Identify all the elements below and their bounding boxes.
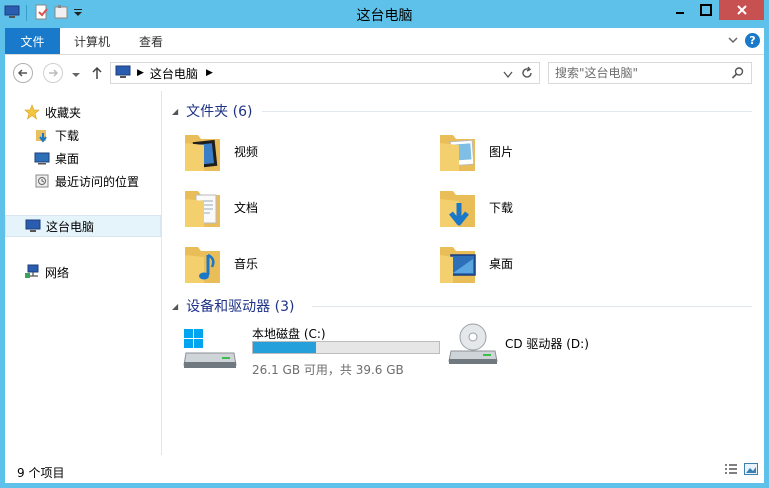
folder-label: 图片 — [489, 144, 514, 159]
minimize-icon — [676, 12, 684, 14]
maximize-icon — [700, 4, 712, 16]
drive-d[interactable]: CD 驱动器 (D:) — [447, 323, 647, 383]
main-area: 收藏夹 下载 桌面 最近访问的位置 这台电脑 网络 ◢ 文件夹 (6) 视频 图… — [5, 91, 764, 455]
back-button[interactable] — [13, 63, 33, 83]
close-button[interactable] — [719, 0, 764, 20]
window-title: 这台电脑 — [356, 8, 413, 24]
group-header-folders[interactable]: ◢ 文件夹 (6) — [172, 101, 252, 121]
nav-item-desktop[interactable]: 桌面 — [33, 147, 161, 169]
nav-item-label: 这台电脑 — [46, 219, 95, 234]
recent-places-icon — [33, 172, 51, 190]
video-folder-icon — [185, 135, 220, 171]
ribbon-controls: ? — [727, 33, 760, 48]
nav-item-label: 桌面 — [55, 151, 80, 166]
nav-item-this-pc[interactable]: 这台电脑 — [5, 215, 161, 237]
downloads-folder-icon — [440, 191, 475, 227]
folder-label: 桌面 — [489, 256, 514, 271]
address-field[interactable]: ▶ 这台电脑 ▶ — [110, 62, 540, 84]
navigation-pane: 收藏夹 下载 桌面 最近访问的位置 这台电脑 网络 — [5, 91, 162, 455]
window-controls — [667, 0, 764, 20]
nav-item-label: 网络 — [45, 265, 70, 280]
back-arrow-icon — [17, 69, 27, 77]
drive-usage-fill — [253, 342, 317, 353]
tab-file[interactable]: 文件 — [5, 28, 60, 54]
group-title: 设备和驱动器 (3) — [186, 299, 295, 315]
drive-usage-bar — [252, 341, 440, 354]
nav-item-label: 最近访问的位置 — [55, 174, 140, 189]
folder-documents[interactable]: 文档 — [162, 181, 402, 233]
search-box — [548, 62, 752, 84]
folder-downloads[interactable]: 下载 — [417, 181, 657, 233]
folder-label: 音乐 — [234, 256, 259, 271]
network-icon — [23, 263, 41, 281]
drive-label: 本地磁盘 (C:) — [252, 327, 326, 341]
documents-folder-icon — [185, 191, 220, 227]
drive-space-info: 26.1 GB 可用，共 39.6 GB — [252, 363, 404, 377]
tab-computer[interactable]: 计算机 — [74, 28, 110, 54]
computer-icon — [115, 65, 131, 82]
breadcrumb-separator-icon[interactable]: ▶ — [206, 68, 213, 78]
address-dropdown-icon[interactable] — [503, 68, 513, 82]
group-title: 文件夹 (6) — [186, 104, 253, 120]
music-folder-icon — [185, 247, 220, 283]
maximize-button[interactable] — [693, 0, 719, 20]
group-header-devices[interactable]: ◢ 设备和驱动器 (3) — [172, 296, 294, 316]
group-divider — [262, 111, 752, 112]
recent-locations-icon[interactable] — [71, 68, 81, 82]
pictures-folder-icon — [440, 135, 475, 171]
ribbon: 文件 计算机 查看 ? — [5, 28, 764, 55]
folder-label: 下载 — [489, 200, 514, 215]
up-arrow-icon[interactable] — [91, 65, 103, 84]
nav-item-label: 下载 — [55, 128, 80, 143]
status-bar: 9 个项目 — [5, 455, 764, 483]
details-view-icon[interactable] — [724, 463, 738, 478]
nav-item-recent-places[interactable]: 最近访问的位置 — [33, 170, 161, 192]
star-icon — [23, 103, 41, 121]
forward-arrow-icon — [49, 69, 59, 77]
collapse-icon: ◢ — [172, 301, 179, 311]
refresh-icon[interactable] — [521, 66, 533, 83]
windows-drive-icon — [183, 329, 237, 368]
cd-drive-icon — [448, 323, 498, 364]
desktop-icon — [33, 149, 51, 167]
title-bar: 这台电脑 — [0, 0, 769, 28]
nav-item-downloads[interactable]: 下载 — [33, 124, 161, 146]
content-pane: ◢ 文件夹 (6) 视频 图片 文档 下载 音乐 桌面 ◢ 设备和驱动器 (3)… — [162, 91, 764, 455]
folder-label: 视频 — [234, 144, 259, 159]
group-divider — [312, 306, 752, 307]
desktop-folder-icon — [440, 247, 476, 283]
nav-favorites[interactable]: 收藏夹 — [23, 101, 161, 123]
folder-music[interactable]: 音乐 — [162, 237, 402, 289]
downloads-folder-icon — [33, 126, 51, 144]
folder-desktop[interactable]: 桌面 — [417, 237, 657, 289]
nav-favorites-label: 收藏夹 — [45, 105, 82, 120]
forward-button[interactable] — [43, 63, 63, 83]
search-input[interactable] — [555, 66, 725, 80]
computer-icon — [24, 217, 42, 235]
help-icon[interactable]: ? — [745, 33, 760, 48]
folder-videos[interactable]: 视频 — [162, 125, 402, 177]
close-icon — [736, 5, 747, 15]
breadcrumb-separator-icon[interactable]: ▶ — [137, 68, 144, 78]
drive-c[interactable]: 本地磁盘 (C:) 26.1 GB 可用，共 39.6 GB — [182, 323, 452, 383]
nav-item-network[interactable]: 网络 — [23, 261, 161, 283]
expand-ribbon-icon[interactable] — [727, 34, 739, 48]
address-toolbar: ▶ 这台电脑 ▶ — [5, 55, 764, 91]
search-icon[interactable] — [731, 66, 745, 83]
tab-view[interactable]: 查看 — [139, 28, 163, 54]
folder-pictures[interactable]: 图片 — [417, 125, 657, 177]
breadcrumb-this-pc[interactable]: 这台电脑 — [150, 65, 198, 82]
collapse-icon: ◢ — [172, 106, 179, 116]
drive-label: CD 驱动器 (D:) — [505, 337, 589, 351]
folder-label: 文档 — [234, 200, 259, 215]
item-count: 9 个项目 — [17, 466, 65, 480]
minimize-button[interactable] — [667, 0, 693, 20]
large-icons-view-icon[interactable] — [744, 463, 758, 478]
